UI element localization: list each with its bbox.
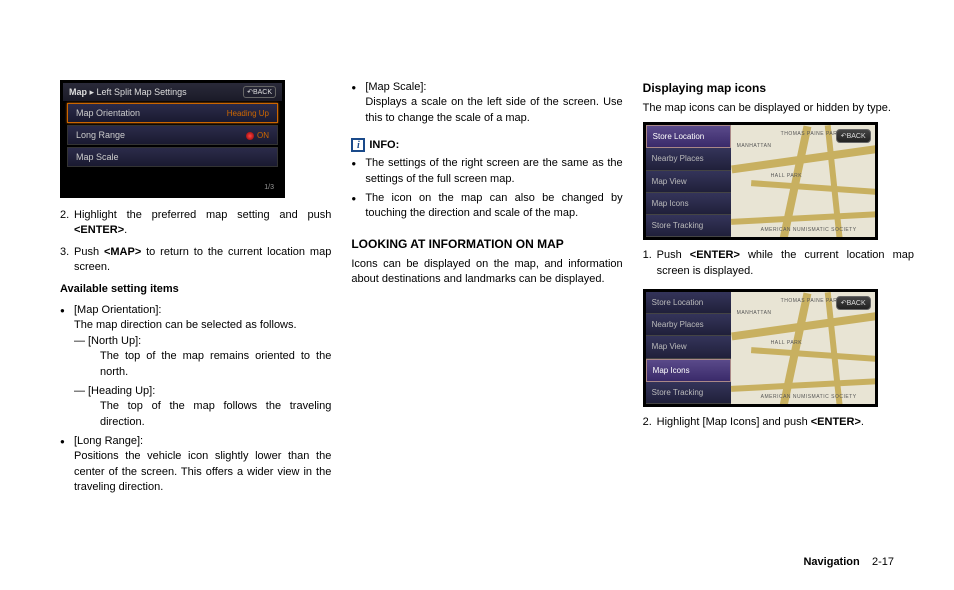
map-back-button: ↶BACK xyxy=(836,296,871,310)
info-item-1: The settings of the right screen are the… xyxy=(365,156,622,187)
footer-page: 2-17 xyxy=(872,556,894,568)
step-3: 3. Push <MAP> to return to the current l… xyxy=(74,245,331,276)
col2-list: [Map Scale]: Displays a scale on the lef… xyxy=(351,80,622,130)
info-icon: i xyxy=(351,138,365,152)
row-map-scale: Map Scale xyxy=(67,147,278,167)
col3-step-2: 2. Highlight [Map Icons] and push <ENTER… xyxy=(657,415,914,430)
screenshot-breadcrumb: Left Split Map Settings xyxy=(97,87,187,97)
item-map-scale: [Map Scale]: Displays a scale on the lef… xyxy=(365,80,622,126)
row-long-range: Long Range ON xyxy=(67,125,278,145)
led-icon xyxy=(246,132,254,140)
item-long-range: [Long Range]: Positions the vehicle icon… xyxy=(74,434,331,496)
screenshot-header: Map ▸ Left Split Map Settings ↶BACK xyxy=(63,83,282,101)
sub-heading-up: [Heading Up]: The top of the map follows… xyxy=(88,384,331,430)
map-sidebar: Store Location Nearby Places Map View Ma… xyxy=(646,125,731,237)
col3-heading: Displaying map icons xyxy=(643,80,914,97)
sidebar-item: Map Icons xyxy=(646,193,731,215)
sidebar-item: Map View xyxy=(646,171,731,193)
footer-section: Navigation xyxy=(803,556,859,568)
screenshot-map-settings: Map ▸ Left Split Map Settings ↶BACK Map … xyxy=(60,80,285,198)
info-item-2: The icon on the map can also be changed … xyxy=(365,191,622,222)
sidebar-item: Store Location xyxy=(646,125,731,148)
sublist-orientation: [North Up]: The top of the map remains o… xyxy=(74,334,331,430)
section-body: Icons can be displayed on the map, and i… xyxy=(351,257,622,288)
sidebar-item: Store Location xyxy=(646,292,731,314)
step-2: 2. Highlight the preferred map setting a… xyxy=(74,208,331,239)
sidebar-item: Nearby Places xyxy=(646,314,731,336)
sidebar-item: Store Tracking xyxy=(646,382,731,404)
section-heading: LOOKING AT INFORMATION ON MAP xyxy=(351,236,622,253)
sidebar-item: Store Tracking xyxy=(646,215,731,237)
column-2: [Map Scale]: Displays a scale on the lef… xyxy=(351,80,622,560)
screenshot-title: Map xyxy=(69,87,87,97)
sidebar-item: Map View xyxy=(646,336,731,358)
map-body: THOMAS PAINE PARK HALL PARK AMERICAN NUM… xyxy=(731,292,875,404)
map-back-button: ↶BACK xyxy=(836,129,871,143)
sub-north-up: [North Up]: The top of the map remains o… xyxy=(88,334,331,380)
info-list: The settings of the right screen are the… xyxy=(351,156,622,226)
col3-steps-2: 2. Highlight [Map Icons] and push <ENTER… xyxy=(643,415,914,436)
map-screenshot-2: Store Location Nearby Places Map View Ma… xyxy=(643,289,878,407)
column-3: Displaying map icons The map icons can b… xyxy=(643,80,914,560)
map-body: THOMAS PAINE PARK HALL PARK AMERICAN NUM… xyxy=(731,125,875,237)
info-row: i INFO: xyxy=(351,138,622,152)
available-list: [Map Orientation]: The map direction can… xyxy=(60,303,331,500)
col3-steps: 1. Push <ENTER> while the current locati… xyxy=(643,248,914,285)
sidebar-item: Map Icons xyxy=(646,359,731,382)
item-map-orientation: [Map Orientation]: The map direction can… xyxy=(74,303,331,430)
back-button: ↶BACK xyxy=(243,86,276,98)
info-label: INFO: xyxy=(369,139,399,151)
sidebar-item: Nearby Places xyxy=(646,148,731,170)
col3-intro: The map icons can be displayed or hidden… xyxy=(643,101,914,116)
row-map-orientation: Map Orientation Heading Up xyxy=(67,103,278,123)
available-heading: Available setting items xyxy=(60,282,331,297)
page-footer: Navigation 2-17 xyxy=(803,556,894,568)
pager: 1/3 xyxy=(264,184,274,191)
steps-list: 2. Highlight the preferred map setting a… xyxy=(60,208,331,282)
column-1: Map ▸ Left Split Map Settings ↶BACK Map … xyxy=(60,80,331,560)
map-screenshot-1: Store Location Nearby Places Map View Ma… xyxy=(643,122,878,240)
col3-step-1: 1. Push <ENTER> while the current locati… xyxy=(657,248,914,279)
map-sidebar: Store Location Nearby Places Map View Ma… xyxy=(646,292,731,404)
